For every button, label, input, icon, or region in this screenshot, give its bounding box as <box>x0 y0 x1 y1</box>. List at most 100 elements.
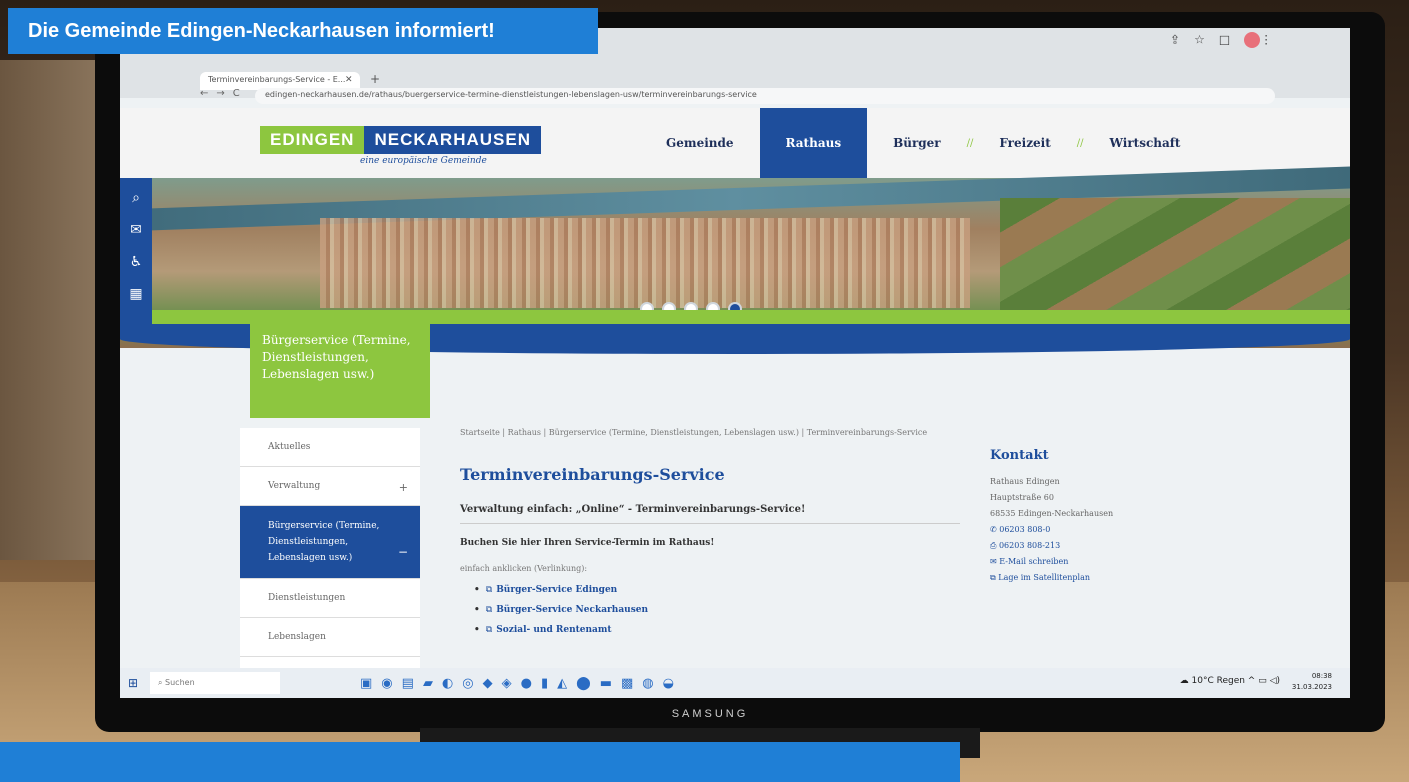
menu-freizeit[interactable]: Freizeit <box>973 108 1076 178</box>
app-icon[interactable]: ▩ <box>621 676 642 691</box>
browser-icon[interactable]: ◐ <box>442 676 462 691</box>
intro-text: Buchen Sie hier Ihren Service-Termin im … <box>460 538 715 548</box>
link-label: Sozial- und Rentenamt <box>496 625 612 635</box>
system-tray: ☁ 10°C Regen ^ ▭ ◁) <box>1180 676 1280 686</box>
expand-plus-icon[interactable]: + <box>399 481 408 494</box>
app-icon[interactable]: ▮ <box>541 676 557 691</box>
app-icon[interactable]: ◎ <box>462 676 482 691</box>
reload-icon[interactable]: C <box>233 88 248 99</box>
windows-start-icon[interactable]: ⊞ <box>120 676 146 690</box>
leftnav-item-lebenslagen[interactable]: Lebenslagen <box>240 618 420 657</box>
window-icon[interactable]: □ <box>1219 33 1244 47</box>
collapse-minus-icon[interactable]: − <box>398 544 408 560</box>
chrome-icon[interactable]: ◍ <box>642 676 662 691</box>
files-icon[interactable]: ▤ <box>402 676 423 691</box>
service-links: • ⧉ Bürger-Service Edingen • ⧉ Bürger-Servic… <box>460 585 960 635</box>
weather-icon[interactable]: ☁ <box>1180 676 1192 686</box>
menu-dots-icon[interactable]: ⋮ <box>1260 33 1286 47</box>
leftnav-item-verwaltung[interactable]: Verwaltung + <box>240 467 420 506</box>
link-buerger-service-edingen[interactable]: • ⧉ Bürger-Service Edingen <box>474 585 960 595</box>
app-icon[interactable]: ● <box>521 676 541 691</box>
contact-email[interactable]: ✉ E-Mail schreiben <box>990 554 1190 570</box>
windows-taskbar: ⊞ ⌕ Suchen ▣◉▤▰◐◎◆◈●▮◭⬤▬▩◍◒ ☁ 10°C Regen… <box>120 668 1350 698</box>
main-content: Startseite | Rathaus | Bürgerservice (Te… <box>460 428 960 645</box>
app-icon[interactable]: ⬤ <box>576 676 600 691</box>
nav-buttons: ←→C <box>200 88 248 99</box>
section-title-box: Bürgerservice (Termine, Dienstleistungen… <box>250 318 430 418</box>
leftnav-label: Aktuelles <box>268 442 311 452</box>
contact-fax: ⎙ 06203 808-213 <box>990 538 1190 554</box>
map-link: Lage im Satellitenplan <box>998 573 1091 582</box>
close-tab-icon[interactable]: ✕ <box>345 75 353 85</box>
share-icon[interactable]: ⇪ <box>1170 33 1194 47</box>
leftnav-item-dienstleistungen[interactable]: Dienstleistungen <box>240 579 420 618</box>
bottom-banner <box>0 742 960 782</box>
leftnav-item-buergerservice[interactable]: Bürgerservice (Termine, Dienstleistungen… <box>240 506 420 579</box>
folder-icon[interactable]: ▰ <box>423 676 442 691</box>
app-icon[interactable]: ◈ <box>502 676 521 691</box>
taskbar-apps: ▣◉▤▰◐◎◆◈●▮◭⬤▬▩◍◒ <box>360 676 683 691</box>
link-sozial-und-rentenamt[interactable]: • ⧉ Sozial- und Rentenamt <box>474 625 960 635</box>
menu-wirtschaft[interactable]: Wirtschaft <box>1084 108 1207 178</box>
site-logo[interactable]: EDINGEN NECKARHAUSEN eine europäische Gem… <box>260 126 541 166</box>
link-buerger-service-neckarhausen[interactable]: • ⧉ Bürger-Service Neckarhausen <box>474 605 960 615</box>
task-view-icon[interactable]: ▣ <box>360 676 381 691</box>
monitor-screen: Terminvereinbarungs-Service - E... ✕ + ←… <box>120 28 1350 698</box>
fax-icon: ⎙ <box>990 541 999 550</box>
monitor-brand: SAMSUNG <box>671 708 749 720</box>
phone-icon: ✆ <box>990 525 1000 534</box>
camera-icon[interactable]: ◉ <box>381 676 401 691</box>
breadcrumb[interactable]: Startseite | Rathaus | Bürgerservice (Te… <box>460 428 960 437</box>
menu-rathaus[interactable]: Rathaus <box>759 108 868 178</box>
contact-map[interactable]: ⧉ Lage im Satellitenplan <box>990 570 1190 586</box>
contact-street: Hauptstraße 60 <box>990 493 1054 502</box>
back-icon[interactable]: ← <box>200 88 216 99</box>
page-title: Terminvereinbarungs-Service <box>460 465 725 484</box>
email-link: E-Mail schreiben <box>999 557 1069 566</box>
edge-icon[interactable]: ◒ <box>663 676 683 691</box>
bookmark-star-icon[interactable]: ☆ <box>1194 33 1219 47</box>
profile-avatar[interactable] <box>1244 32 1261 48</box>
phone-number: 06203 808-0 <box>999 525 1051 534</box>
contact-city: 68535 Edingen-Neckarhausen <box>990 509 1114 518</box>
main-menu: Gemeinde Rathaus Bürger // Freizeit // W… <box>640 108 1206 178</box>
logo-part-edingen: EDINGEN <box>260 126 365 154</box>
side-toolbar: ⌕ ✉ ♿ ▦ <box>120 178 152 338</box>
link-label: Bürger-Service Neckarhausen <box>496 605 649 615</box>
menu-buerger[interactable]: Bürger <box>867 108 967 178</box>
forward-icon[interactable]: → <box>216 88 232 99</box>
contact-name: Rathaus Edingen <box>990 477 1060 486</box>
taskbar-clock[interactable]: 08:38 31.03.2023 <box>1292 671 1332 693</box>
address-bar[interactable]: edingen-neckarhausen.de/rathaus/buergers… <box>255 88 1275 104</box>
contact-title: Kontakt <box>990 448 1049 463</box>
bullet: • <box>474 625 480 635</box>
hero-town <box>320 218 970 308</box>
mail-icon[interactable]: ✉ <box>130 222 142 238</box>
search-icon[interactable]: ⌕ <box>132 190 140 206</box>
menu-gemeinde[interactable]: Gemeinde <box>640 108 760 178</box>
external-link-icon: ⧉ <box>485 625 493 635</box>
hint-text: einfach anklicken (Verlinkung): <box>460 564 588 573</box>
new-tab-icon[interactable]: + <box>370 72 380 86</box>
external-link-icon: ⧉ <box>485 605 493 615</box>
clock-time: 08:38 <box>1311 672 1332 680</box>
link-label: Bürger-Service Edingen <box>496 585 618 595</box>
accessibility-icon[interactable]: ♿ <box>130 254 143 270</box>
clock-date: 31.03.2023 <box>1291 683 1332 691</box>
top-banner: Die Gemeinde Edingen-Neckarhausen inform… <box>8 8 598 54</box>
calendar-icon[interactable]: ▦ <box>129 286 142 302</box>
bullet: • <box>474 585 480 595</box>
leftnav-label: Verwaltung <box>268 481 321 491</box>
contact-phone[interactable]: ✆ 06203 808-0 <box>990 522 1190 538</box>
taskbar-search-placeholder: Suchen <box>165 678 195 687</box>
external-link-icon: ⧉ <box>485 585 493 595</box>
tray-icons[interactable]: ^ ▭ ◁) <box>1245 676 1280 686</box>
weather-text: 10°C Regen <box>1191 676 1245 686</box>
leftnav-item-aktuelles[interactable]: Aktuelles <box>240 428 420 467</box>
contact-box: Kontakt Rathaus Edingen Hauptstraße 60 6… <box>990 448 1190 586</box>
fax-number: 06203 808-213 <box>998 541 1061 550</box>
app-icon[interactable]: ◆ <box>483 676 502 691</box>
app-icon[interactable]: ◭ <box>557 676 576 691</box>
taskbar-search[interactable]: ⌕ Suchen <box>150 672 280 694</box>
app-icon[interactable]: ▬ <box>600 676 621 691</box>
